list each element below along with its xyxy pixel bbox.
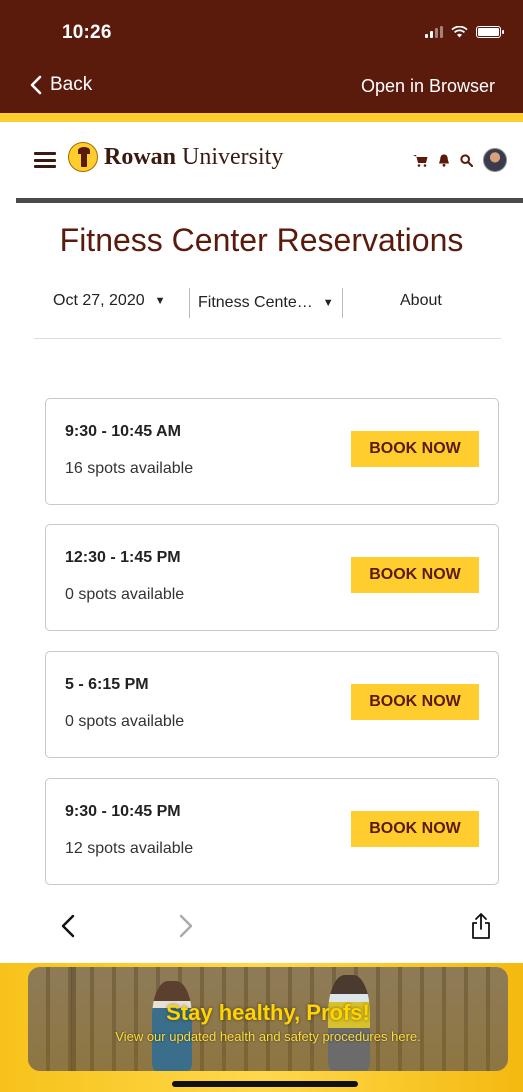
book-now-button[interactable]: BOOK NOW xyxy=(351,684,479,720)
battery-icon xyxy=(476,26,504,38)
gold-accent-strip xyxy=(0,113,523,122)
browser-back-icon[interactable] xyxy=(60,913,76,939)
cart-icon[interactable] xyxy=(413,154,428,167)
promo-banner-area: Stay healthy, Profs! View our updated he… xyxy=(0,963,523,1092)
status-time: 10:26 xyxy=(62,22,112,43)
slot-spots: 12 spots available xyxy=(65,840,194,857)
logo-suffix: University xyxy=(176,143,284,170)
reservation-slot: 12:30 - 1:45 PM 0 spots available BOOK N… xyxy=(45,524,499,631)
app-top-bar: 10:26 Back Open in Browser xyxy=(0,0,523,113)
chevron-left-icon xyxy=(30,75,42,95)
book-now-button[interactable]: BOOK NOW xyxy=(351,557,479,593)
slot-spots: 16 spots available xyxy=(65,460,194,477)
about-link[interactable]: About xyxy=(400,292,442,310)
banner-subtext: View our updated health and safety proce… xyxy=(115,1029,421,1044)
date-select-value: Oct 27, 2020 xyxy=(53,292,145,309)
signal-icon xyxy=(425,26,443,38)
slot-time: 12:30 - 1:45 PM xyxy=(65,549,181,566)
menu-icon[interactable] xyxy=(34,152,56,168)
open-in-browser-link[interactable]: Open in Browser xyxy=(361,76,495,97)
search-icon[interactable] xyxy=(460,153,473,167)
slot-spots: 0 spots available xyxy=(65,713,185,730)
date-select[interactable]: Oct 27, 2020 ▼ xyxy=(53,292,166,310)
header-divider xyxy=(16,198,523,203)
browser-toolbar xyxy=(0,893,523,963)
share-icon[interactable] xyxy=(471,913,491,939)
back-button[interactable]: Back xyxy=(30,74,92,96)
banner-headline: Stay healthy, Profs! xyxy=(166,1000,370,1025)
filters-divider xyxy=(34,338,501,339)
book-now-button[interactable]: BOOK NOW xyxy=(351,811,479,847)
reservation-slot: 5 - 6:15 PM 0 spots available BOOK NOW xyxy=(45,651,499,758)
status-icons xyxy=(425,26,504,38)
bell-icon[interactable] xyxy=(438,154,450,167)
reservation-slot: 9:30 - 10:45 PM 12 spots available BOOK … xyxy=(45,778,499,885)
torch-logo-icon xyxy=(68,142,98,172)
banner-person-left xyxy=(152,981,192,1071)
slot-spots: 0 spots available xyxy=(65,586,185,603)
site-header: Rowan University xyxy=(0,122,523,198)
reservation-slot: 9:30 - 10:45 AM 16 spots available BOOK … xyxy=(45,398,499,505)
rowan-logo[interactable]: Rowan University xyxy=(68,142,283,172)
browser-forward-icon[interactable] xyxy=(178,913,194,939)
back-label: Back xyxy=(50,74,93,95)
slot-time: 9:30 - 10:45 AM xyxy=(65,423,181,440)
promo-banner[interactable]: Stay healthy, Profs! View our updated he… xyxy=(28,967,508,1071)
slot-time: 9:30 - 10:45 PM xyxy=(65,803,181,820)
avatar[interactable] xyxy=(483,148,507,172)
page-title: Fitness Center Reservations xyxy=(59,222,464,258)
filter-bar: Oct 27, 2020 ▼ Fitness Cente… ▼ About xyxy=(34,288,501,338)
logo-name: Rowan xyxy=(104,143,177,170)
book-now-button[interactable]: BOOK NOW xyxy=(351,431,479,467)
slot-time: 5 - 6:15 PM xyxy=(65,676,149,693)
location-select[interactable]: Fitness Cente… ▼ xyxy=(189,288,343,318)
caret-down-icon: ▼ xyxy=(322,297,334,309)
header-icons xyxy=(413,148,507,172)
wifi-icon xyxy=(451,26,468,38)
location-select-value: Fitness Cente… xyxy=(198,294,313,311)
caret-down-icon: ▼ xyxy=(154,295,166,307)
home-indicator xyxy=(172,1081,358,1087)
